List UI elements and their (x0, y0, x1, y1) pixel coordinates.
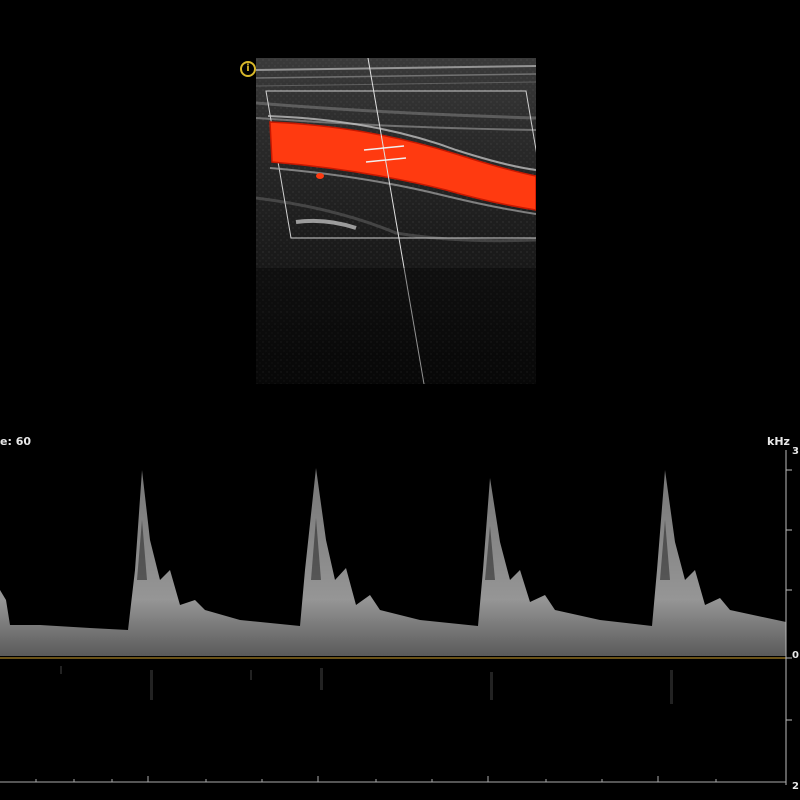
color-flow-speck (316, 173, 324, 179)
spectral-doppler-panel (0, 430, 800, 800)
ultrasound-frame (256, 58, 536, 384)
scale-zero-value: 0 (792, 650, 799, 661)
velocity-scale-ticks (786, 469, 792, 721)
b-mode-image (256, 58, 536, 384)
scale-top-value: 3 (792, 446, 799, 457)
scale-unit-label: kHz (767, 435, 790, 448)
scale-bottom-value: 2 (792, 781, 799, 792)
time-axis-ticks (35, 776, 717, 782)
probe-orientation-icon: i (240, 61, 256, 77)
spectral-rate-label: e: 60 (0, 435, 31, 448)
spectral-waveform (0, 450, 792, 785)
below-baseline-noise (60, 666, 673, 704)
